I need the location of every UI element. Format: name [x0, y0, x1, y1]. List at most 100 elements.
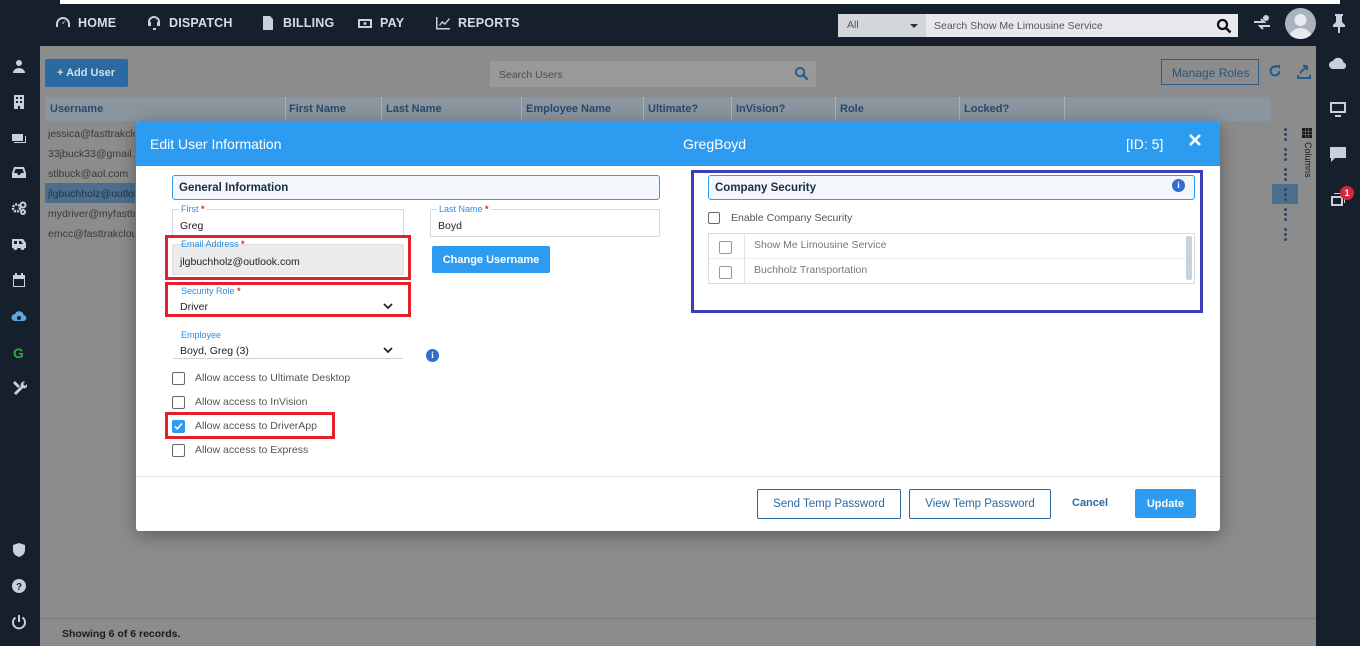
user-switch-icon[interactable] [1252, 14, 1272, 32]
rail-google[interactable]: G [11, 344, 27, 361]
rail-billing[interactable] [11, 130, 27, 146]
google-g-icon: G [13, 345, 24, 361]
right-rail [1316, 46, 1360, 646]
column-divider [643, 97, 644, 121]
search-scope-select[interactable]: All [838, 14, 926, 37]
export-icon[interactable] [1297, 65, 1311, 79]
column-header-ultimate[interactable]: Ultimate? [648, 103, 698, 115]
last-name-field[interactable]: Last Name * Boyd [430, 204, 660, 237]
search-users-input[interactable]: Search Users [490, 61, 816, 87]
general-information-section: General Information [172, 175, 660, 200]
nav-pay[interactable]: PAY [357, 15, 404, 31]
rail-users[interactable] [11, 58, 27, 74]
rail-logout[interactable] [11, 614, 27, 630]
modal-user-id: [ID: 5] [1126, 136, 1164, 152]
refresh-icon[interactable] [1268, 64, 1282, 78]
column-header-invision[interactable]: InVision? [736, 103, 785, 115]
rail-help[interactable]: ? [11, 578, 27, 594]
first-name-value: Greg [180, 220, 204, 232]
search-users-placeholder: Search Users [499, 69, 563, 81]
row-actions-icon[interactable] [1272, 164, 1298, 184]
top-nav-bar: HOME DISPATCH BILLING PAY REPORTS All Se… [0, 0, 1360, 46]
express-checkbox[interactable] [172, 444, 185, 457]
building-icon [14, 95, 24, 109]
employee-info-icon[interactable]: i [426, 349, 439, 362]
grid-icon [1302, 128, 1312, 138]
column-header-username[interactable]: Username [50, 103, 103, 115]
rail-tools[interactable] [11, 380, 28, 396]
table-row[interactable]: mydriver@myfasttrak.com [45, 203, 135, 223]
column-header-first-name[interactable]: First Name [289, 103, 346, 115]
manage-roles-button[interactable]: Manage Roles [1161, 59, 1259, 85]
power-icon [12, 615, 26, 630]
rail-calendar[interactable] [11, 272, 27, 288]
table-row[interactable]: stlbuck@aol.com [45, 163, 135, 183]
money-icon [358, 19, 372, 28]
nav-billing[interactable]: BILLING [260, 15, 334, 31]
nav-home-label: HOME [78, 16, 117, 30]
row-actions-icon[interactable] [1272, 184, 1298, 204]
send-temp-password-button[interactable]: Send Temp Password [757, 489, 901, 519]
help-icon: ? [12, 579, 26, 593]
change-username-button[interactable]: Change Username [432, 246, 550, 273]
column-divider [285, 97, 286, 121]
rail-vehicles[interactable] [11, 236, 27, 252]
column-header-last-name[interactable]: Last Name [386, 103, 442, 115]
search-icon[interactable] [1216, 18, 1232, 34]
invoice-icon [263, 16, 273, 30]
rail-cloud[interactable] [1328, 53, 1348, 73]
columns-label: Columns [1303, 142, 1313, 178]
add-user-button[interactable]: + Add User [45, 59, 128, 87]
last-name-label: Last Name * [437, 204, 491, 214]
cancel-button[interactable]: Cancel [1072, 497, 1108, 509]
column-header-role[interactable]: Role [840, 103, 864, 115]
avatar[interactable] [1285, 8, 1316, 39]
column-divider [731, 97, 732, 121]
rail-buildings[interactable] [11, 94, 27, 110]
table-row[interactable]: jessica@fasttrakcloud.com [45, 123, 135, 143]
update-button[interactable]: Update [1135, 489, 1196, 518]
rail-security[interactable] [11, 542, 27, 558]
last-name-value: Boyd [438, 220, 462, 232]
search-icon[interactable] [794, 66, 809, 81]
rail-cloud-settings[interactable] [11, 308, 27, 324]
table-row-selected[interactable]: jlgbuchholz@outlook.com [45, 183, 135, 203]
rail-messages[interactable] [1328, 144, 1348, 164]
nav-reports[interactable]: REPORTS [435, 15, 520, 31]
global-search-input[interactable]: Search Show Me Limousine Service [926, 14, 1238, 37]
table-row[interactable]: emcc@fasttrakcloud.com [45, 223, 135, 243]
row-actions-icon[interactable] [1272, 124, 1298, 144]
cloud-icon [1329, 57, 1347, 69]
table-row[interactable]: 33jbuck33@gmail.com [45, 143, 135, 163]
chevron-down-icon [383, 347, 393, 354]
columns-panel-toggle[interactable]: Columns [1299, 126, 1315, 236]
employee-select[interactable]: Employee Boyd, Greg (3) [172, 330, 404, 359]
cloud-gear-icon [11, 311, 27, 322]
rail-inbox[interactable] [11, 164, 27, 180]
ultimate-desktop-checkbox[interactable] [172, 372, 185, 385]
nav-dispatch[interactable]: DISPATCH [146, 15, 233, 31]
column-divider [1064, 97, 1065, 121]
row-actions-icon[interactable] [1272, 224, 1298, 244]
first-name-field[interactable]: First * Greg [172, 204, 404, 237]
invision-checkbox[interactable] [172, 396, 185, 409]
view-temp-password-button[interactable]: View Temp Password [909, 489, 1051, 519]
row-actions-icon[interactable] [1272, 144, 1298, 164]
highlight-driverapp [165, 412, 335, 439]
user-avatar-icon [1289, 14, 1312, 39]
column-divider [959, 97, 960, 121]
rail-desktop[interactable] [1328, 99, 1348, 119]
column-divider [521, 97, 522, 121]
pin-icon[interactable] [1330, 12, 1348, 34]
nav-home[interactable]: HOME [55, 15, 116, 31]
rail-settings[interactable] [11, 200, 27, 216]
modal-header: Edit User Information GregBoyd [ID: 5] [136, 121, 1220, 166]
column-header-employee-name[interactable]: Employee Name [526, 103, 611, 115]
highlight-company-security [691, 170, 1203, 313]
row-actions-icon[interactable] [1272, 204, 1298, 224]
global-search-placeholder: Search Show Me Limousine Service [934, 20, 1103, 32]
chat-icon [1330, 147, 1346, 162]
column-header-locked[interactable]: Locked? [964, 103, 1009, 115]
close-icon[interactable] [1188, 133, 1202, 147]
gears-icon [11, 201, 27, 215]
